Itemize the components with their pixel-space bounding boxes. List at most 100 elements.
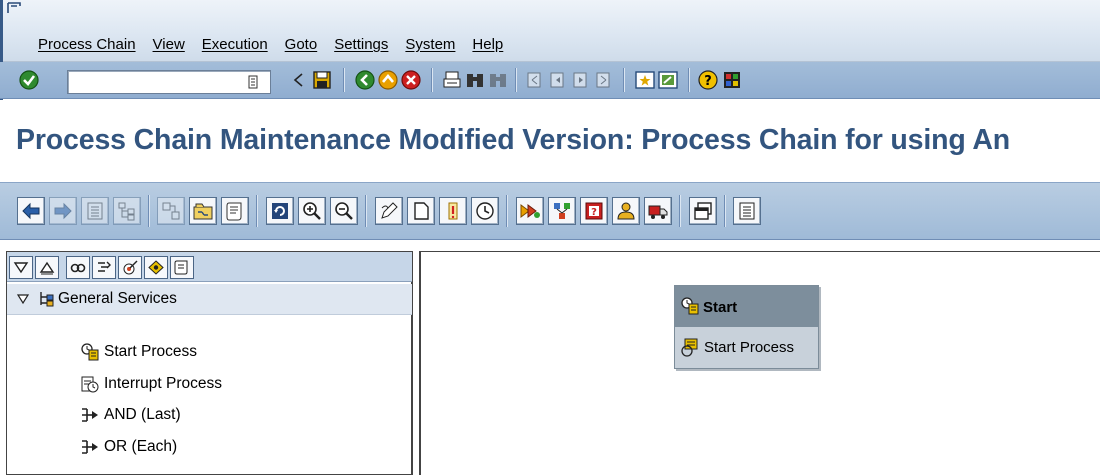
list-button[interactable]: [81, 197, 109, 225]
user-button[interactable]: [612, 197, 640, 225]
schedule-button[interactable]: [471, 197, 499, 225]
chain-folder-icon: [193, 203, 213, 220]
print-icon[interactable]: [441, 69, 463, 91]
toolbar-separator: [679, 195, 681, 227]
tree-item-and-last[interactable]: AND (Last): [7, 400, 412, 431]
find-icon[interactable]: [464, 69, 486, 91]
previous-page-icon[interactable]: [547, 69, 569, 91]
tree-collapse-triangle-icon[interactable]: [16, 292, 30, 306]
toolbar-separator: [724, 195, 726, 227]
refresh-icon: [272, 203, 288, 219]
filter-button[interactable]: [92, 256, 116, 279]
list-icon: [87, 202, 103, 220]
next-page-icon[interactable]: [570, 69, 592, 91]
chain-folder-button[interactable]: [189, 197, 217, 225]
last-page-icon[interactable]: [593, 69, 615, 91]
document-button[interactable]: [407, 197, 435, 225]
forward-arrow-button[interactable]: [49, 197, 77, 225]
zoom-in-icon: [303, 202, 321, 220]
error-log-button[interactable]: ?: [580, 197, 608, 225]
back-icon[interactable]: [354, 69, 376, 91]
zoom-in-button[interactable]: [298, 197, 326, 225]
user-icon: [617, 202, 635, 220]
target-button[interactable]: [118, 256, 142, 279]
command-field[interactable]: [67, 70, 271, 94]
menu-settings[interactable]: Settings: [334, 36, 388, 53]
back-arrow-small-icon[interactable]: [288, 69, 310, 91]
link-button[interactable]: [66, 256, 90, 279]
menu-view[interactable]: View: [153, 36, 185, 53]
hierarchy-button[interactable]: [157, 197, 185, 225]
toolbar-separator: [623, 68, 625, 92]
diamond-icon: [148, 260, 164, 275]
toolbar-separator: [343, 68, 345, 92]
scroll-icon: [226, 202, 242, 221]
diamond-button[interactable]: [144, 256, 168, 279]
toolbar-separator: [515, 68, 517, 92]
sap-window-glyph-icon: [7, 2, 21, 13]
node-subtitle: Start Process: [704, 339, 795, 356]
command-dropdown-icon[interactable]: [244, 73, 262, 91]
enter-check-icon[interactable]: [18, 69, 40, 91]
tree-node-general-services[interactable]: General Services: [7, 284, 412, 315]
menu-goto[interactable]: Goto: [285, 36, 318, 53]
clock-icon: [476, 202, 494, 220]
node-header: Start: [675, 286, 818, 327]
tree-item-start-process[interactable]: Start Process: [7, 337, 412, 368]
settings-list-button[interactable]: [733, 197, 761, 225]
menu-system[interactable]: System: [405, 36, 455, 53]
info-button[interactable]: [439, 197, 467, 225]
filter-icon: [98, 261, 111, 272]
tree-item-or-each[interactable]: OR (Each): [7, 432, 412, 463]
error-log-icon: ?: [585, 202, 603, 220]
toolbar-separator: [365, 195, 367, 227]
find-next-icon[interactable]: [487, 69, 509, 91]
transport-button[interactable]: [548, 197, 576, 225]
zoom-out-icon: [335, 202, 353, 220]
or-process-icon: [82, 440, 98, 454]
edit-button[interactable]: [375, 197, 403, 225]
new-session-icon[interactable]: [634, 69, 656, 91]
cancel-icon[interactable]: [400, 69, 422, 91]
first-page-icon[interactable]: [524, 69, 546, 91]
toolbar-separator: [148, 195, 150, 227]
activate-button[interactable]: [516, 197, 544, 225]
shortcut-icon[interactable]: [657, 69, 679, 91]
collapse-all-button[interactable]: [35, 256, 59, 279]
layout-icon[interactable]: [721, 69, 743, 91]
tree-button[interactable]: [113, 197, 141, 225]
tree-item-interrupt-process[interactable]: Interrupt Process: [7, 369, 412, 400]
scroll-button[interactable]: [221, 197, 249, 225]
hierarchy-icon: [162, 202, 180, 220]
start-process-icon: [81, 343, 99, 361]
menu-process-chain[interactable]: Process Chain: [38, 36, 136, 53]
start-process-icon: [681, 297, 699, 315]
zoom-out-button[interactable]: [330, 197, 358, 225]
save-icon[interactable]: [311, 69, 333, 91]
tree-scroll-button[interactable]: [170, 256, 194, 279]
target-icon: [123, 260, 138, 275]
window-button[interactable]: [689, 197, 717, 225]
tree-item-label: OR (Each): [104, 438, 178, 455]
transport-icon: [554, 203, 570, 219]
process-group-icon: [40, 292, 54, 307]
document-icon: [414, 202, 429, 220]
link-icon: [70, 263, 86, 273]
settings-list-icon: [739, 202, 755, 220]
svg-text:?: ?: [704, 74, 712, 89]
start-process-node[interactable]: Start Start Process: [674, 285, 819, 369]
back-arrow-button[interactable]: [17, 197, 45, 225]
process-type-tree-panel: General Services Start Process Interrupt…: [6, 251, 413, 475]
menu-execution[interactable]: Execution: [202, 36, 268, 53]
expand-all-button[interactable]: [9, 256, 33, 279]
collapse-icon: [39, 261, 55, 275]
menu-help[interactable]: Help: [472, 36, 503, 53]
tree-icon: [118, 202, 135, 221]
node-title: Start: [703, 299, 738, 316]
window-icon: [694, 202, 712, 220]
help-icon[interactable]: ?: [697, 69, 719, 91]
refresh-button[interactable]: [266, 197, 294, 225]
interrupt-process-icon: [81, 376, 99, 393]
exit-icon[interactable]: [377, 69, 399, 91]
truck-button[interactable]: [644, 197, 672, 225]
